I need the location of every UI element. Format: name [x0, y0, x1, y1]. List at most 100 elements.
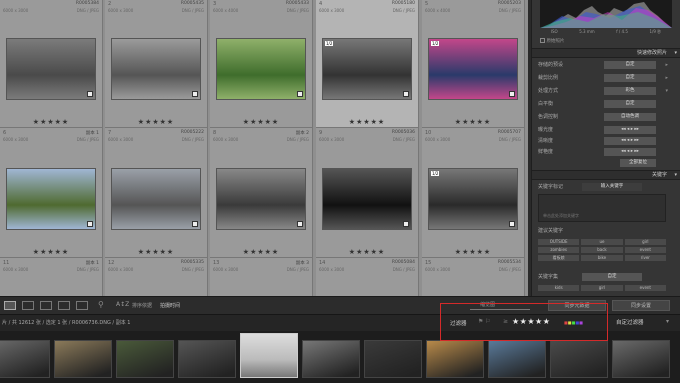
keyword-entry-box[interactable]: 单击此处添加关键字 [538, 194, 666, 222]
tone-control-label: 色调控制 [538, 114, 559, 120]
photo-thumbnail[interactable]: 1/2 [322, 38, 412, 100]
star-rating[interactable]: ★★★★★ [422, 118, 524, 126]
photo-thumbnail[interactable] [111, 168, 201, 230]
vibrance-steppers[interactable]: ◂◂ ◂ ▸ ▸▸ [604, 148, 656, 156]
dimensions: 6000 x 4000 [213, 8, 239, 13]
keyword-suggestion[interactable]: girl [624, 239, 666, 245]
keyword-suggestion[interactable]: bike [581, 255, 623, 261]
disclosure-icon[interactable]: ▸ [665, 73, 668, 83]
grid-cell[interactable]: 5 R0005203 6000 x 4000 DNG / JPEG 1/2 ★★★★★ [422, 0, 525, 128]
grid-cell[interactable]: 4 R0005180 6000 x 3000 DNG / JPEG 1/2 ★★★★★ [316, 0, 419, 128]
filter-lock-icon[interactable]: ▾ [666, 318, 669, 325]
filmstrip-thumbnail[interactable] [426, 340, 484, 378]
photo-thumbnail[interactable] [322, 168, 412, 230]
keyword-tags-select[interactable]: 输入关键字 [582, 183, 642, 191]
filmstrip-thumbnail[interactable] [364, 340, 422, 378]
star-rating[interactable]: ★★★★★ [0, 118, 102, 126]
photo-thumbnail[interactable] [216, 38, 306, 100]
survey-view-icon[interactable] [58, 301, 70, 310]
auto-tone-button[interactable]: 自动色调 [604, 113, 656, 121]
custom-filter-select[interactable]: 自定过滤器 [616, 318, 644, 326]
compare-view-icon[interactable] [40, 301, 52, 310]
star-rating[interactable]: ★★★★★ [316, 118, 418, 126]
filmstrip-thumbnail[interactable] [302, 340, 360, 378]
star-rating[interactable]: ★★★★★ [210, 118, 312, 126]
clarity-steppers[interactable]: ◂◂ ◂ ▸ ▸▸ [604, 137, 656, 145]
star-rating[interactable]: ★★★★★ [422, 248, 524, 256]
sort-select[interactable]: 拍摄时间 [160, 302, 180, 309]
photo-thumbnail[interactable]: 1/2 [428, 38, 518, 100]
edited-badge-icon [87, 91, 93, 97]
filmstrip-thumbnail[interactable] [240, 333, 298, 378]
keyword-suggestion[interactable]: 看板娘 [538, 255, 580, 261]
sort-direction-icon[interactable]: A↕Z [116, 301, 129, 308]
spray-can-icon[interactable]: ⚲ [98, 300, 104, 309]
filmstrip-thumbnail[interactable] [178, 340, 236, 378]
checkbox-icon[interactable] [540, 38, 545, 43]
star-rating[interactable]: ★★★★★ [105, 118, 207, 126]
loupe-view-icon[interactable] [22, 301, 34, 310]
star-rating[interactable]: ★★★★★ [105, 248, 207, 256]
photo-thumbnail[interactable] [111, 38, 201, 100]
photo-thumbnail[interactable]: 1/2 [428, 168, 518, 230]
filmstrip-thumbnail[interactable] [54, 340, 112, 378]
keyword-suggestion[interactable]: river [624, 255, 666, 261]
grid-cell[interactable]: 8 副本 2 6000 x 3000 DNG / JPEG ★★★★★ [210, 128, 313, 258]
suggestions-row: 建议关键字 [532, 226, 672, 236]
grid-cell[interactable]: 9 R0005036 6000 x 3000 DNG / JPEG ★★★★★ [316, 128, 419, 258]
filmstrip-thumbnail[interactable] [612, 340, 670, 378]
keyword-set-item[interactable]: girl [581, 285, 623, 291]
filmstrip-thumbnail[interactable] [488, 340, 546, 378]
reset-all-button[interactable]: 全部复位 [620, 159, 656, 167]
disclosure-icon[interactable]: ▸ [665, 60, 668, 70]
keyword-suggestion[interactable]: event [624, 247, 666, 253]
grid-cell[interactable]: 12 R0005335 6000 x 3000 DNG / JPEG [105, 258, 208, 296]
file-format: DNG / JPEG [181, 137, 204, 142]
quick-develop-header[interactable]: 快速修改照片 ▾ [532, 48, 680, 58]
grid-cell[interactable]: 7 R0005222 6000 x 3000 DNG / JPEG ★★★★★ [105, 128, 208, 258]
grid-cell[interactable]: 2 R0005435 6000 x 3000 DNG / JPEG ★★★★★ [105, 0, 208, 128]
crop-ratio-select[interactable]: 自定 [604, 74, 656, 82]
star-rating[interactable]: ★★★★★ [316, 248, 418, 256]
grid-cell[interactable]: 10 R0005707 6000 x 3000 DNG / JPEG 1/2 ★★★★★ [422, 128, 525, 258]
grid-cell[interactable]: 3 R0005433 6000 x 4000 DNG / JPEG ★★★★★ [210, 0, 313, 128]
sync-settings-button[interactable]: 同步设置 [612, 300, 670, 311]
file-format: DNG / JPEG [76, 267, 99, 272]
people-view-icon[interactable] [76, 301, 88, 310]
keywording-header[interactable]: 关键字 ▾ [532, 170, 680, 180]
disclosure-icon[interactable]: ▾ [665, 86, 668, 96]
grid-view-icon[interactable] [4, 301, 16, 310]
keyword-set-row: 关键字集 自定 [532, 272, 672, 282]
keyword-suggestion[interactable]: zombies [538, 247, 580, 253]
star-rating[interactable]: ★★★★★ [0, 248, 102, 256]
keyword-suggestion[interactable]: ue [581, 239, 623, 245]
white-balance-select[interactable]: 自定 [604, 100, 656, 108]
grid-cell[interactable]: 15 R0005534 6000 x 3000 DNG / JPEG [422, 258, 525, 296]
original-photo-toggle[interactable]: 原始照片 [540, 38, 564, 44]
grid-cell[interactable]: 11 副本 1 6000 x 3000 DNG / JPEG [0, 258, 103, 296]
filmstrip-thumbnail[interactable] [0, 340, 50, 378]
cell-number: 2 [108, 1, 112, 7]
keyword-set-item[interactable]: event [624, 285, 666, 291]
photo-thumbnail[interactable] [216, 168, 306, 230]
grid-cell[interactable]: 13 副本 3 6000 x 3000 DNG / JPEG [210, 258, 313, 296]
treatment-select[interactable]: 彩色 [604, 87, 656, 95]
keyword-set-item[interactable]: kids [538, 285, 580, 291]
file-format: DNG / JPEG [181, 267, 204, 272]
highlight-box [440, 303, 608, 341]
photo-thumbnail[interactable] [6, 38, 96, 100]
exposure-steppers[interactable]: ◂◂ ◂ ▸ ▸▸ [604, 126, 656, 134]
grid-cell[interactable]: R0005384 6000 x 3000 DNG / JPEG ★★★★★ [0, 0, 103, 128]
file-format: DNG / JPEG [286, 8, 309, 13]
saved-preset-select[interactable]: 自定 [604, 61, 656, 69]
star-rating[interactable]: ★★★★★ [210, 248, 312, 256]
filmstrip-thumbnail[interactable] [116, 340, 174, 378]
grid-cell[interactable]: 14 R0005084 6000 x 3000 DNG / JPEG [316, 258, 419, 296]
photo-thumbnail[interactable] [6, 168, 96, 230]
keyword-suggestion[interactable]: back [581, 247, 623, 253]
filmstrip-thumbnail[interactable] [550, 340, 608, 378]
cell-number: 4 [319, 1, 323, 7]
grid-cell[interactable]: 6 副本 1 6000 x 3000 DNG / JPEG ★★★★★ [0, 128, 103, 258]
keyword-set-select[interactable]: 自定 [582, 273, 642, 281]
keyword-suggestion[interactable]: OUTSIDE [538, 239, 580, 245]
